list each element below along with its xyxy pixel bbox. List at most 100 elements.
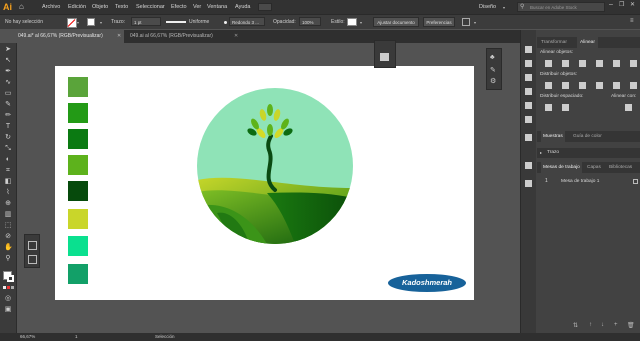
curvature-tool-icon[interactable]: ∿ (4, 79, 12, 87)
panel-menu-icon[interactable]: ≡ (630, 18, 634, 24)
eraser-tool-icon[interactable]: ◧ (4, 178, 12, 186)
page-field[interactable]: 1 (75, 333, 78, 341)
distribute-top-icon[interactable] (545, 82, 552, 89)
distribute-bottom-icon[interactable] (579, 82, 586, 89)
workspace-chevron-icon[interactable]: ▾ (503, 5, 505, 10)
stroke-panel-header[interactable]: ▸ Trazo (537, 148, 640, 158)
screen-mode-icon[interactable]: ▣ (4, 306, 12, 314)
document-icon[interactable] (380, 53, 389, 61)
zoom-tool-icon[interactable]: ⚲ (4, 255, 12, 263)
arrange-chevron-icon[interactable]: ▾ (474, 20, 476, 25)
none-mode-icon[interactable] (11, 286, 14, 289)
rotate-tool-icon[interactable]: ↻ (4, 134, 12, 142)
color-mode-icon[interactable] (3, 286, 6, 289)
libraries-icon[interactable] (525, 60, 532, 67)
collapse-icon[interactable]: ▸ (540, 148, 542, 158)
hand-tool-icon[interactable]: ✋ (4, 244, 13, 252)
direct-selection-tool-icon[interactable]: ↖ (4, 57, 12, 65)
menu-ver[interactable]: Ver (193, 0, 201, 14)
graph-tool-icon[interactable]: ▥ (4, 211, 12, 219)
selection-tool-icon[interactable]: ➤ (4, 46, 12, 54)
stock-search-input[interactable]: Buscar en Adobe Stock (517, 2, 605, 12)
puppet-warp-icon[interactable]: ♣ (490, 54, 495, 61)
menu-texto[interactable]: Texto (115, 0, 128, 14)
tab-bibliotecas[interactable]: Bibliotecas (609, 162, 632, 173)
home-icon[interactable]: ⌂ (19, 2, 29, 12)
align-right-icon[interactable] (579, 60, 586, 67)
space-horizontal-icon[interactable] (562, 104, 569, 111)
stroke-swatch[interactable] (87, 18, 95, 26)
stroke-color-icon[interactable] (7, 275, 14, 282)
stroke-weight-field[interactable]: 1 pt (131, 17, 161, 26)
artboards-icon[interactable] (525, 88, 532, 95)
zoom-field[interactable]: 66,67% (20, 333, 35, 341)
menu-efecto[interactable]: Efecto (171, 0, 187, 14)
brush-select[interactable]: Redondo 3 ... (229, 17, 265, 26)
scale-tool-icon[interactable]: ⤡ (4, 145, 12, 153)
menu-ayuda[interactable]: Ayuda (235, 0, 251, 14)
distribute-vcenter-icon[interactable] (562, 82, 569, 89)
align-hcenter-icon[interactable] (562, 60, 569, 67)
reorder-icon[interactable]: ⇅ (573, 322, 578, 329)
color-swatch[interactable] (68, 103, 88, 123)
eyedropper-tool-icon[interactable]: ⌇ (4, 189, 12, 197)
stroke-profile-select[interactable]: Uniforme (189, 15, 209, 29)
swatches-icon[interactable] (525, 162, 532, 169)
type-tool-icon[interactable]: T (4, 123, 12, 131)
tab-mesas-de-trabajo[interactable]: Mesas de trabajo (541, 162, 582, 173)
tab-close-icon[interactable]: ✕ (234, 33, 238, 39)
fill-chevron-icon[interactable]: ▾ (77, 20, 79, 25)
color-swatch[interactable] (68, 155, 88, 175)
slice-tool-icon[interactable]: ⊘ (4, 233, 12, 241)
style-swatch[interactable] (347, 18, 357, 26)
distribute-left-icon[interactable] (596, 82, 603, 89)
color-swatch[interactable] (68, 236, 88, 256)
tab-close-icon[interactable]: ✕ (117, 33, 121, 39)
stroke-icon[interactable] (525, 180, 532, 187)
gradient-mode-icon[interactable] (7, 286, 10, 289)
tab-document-2[interactable]: 049.ai al 66,67% (RGB/Previsualizar) (126, 30, 241, 43)
brand-badge[interactable]: Kadoshmerah (387, 273, 467, 293)
minimize-icon[interactable]: – (609, 1, 613, 8)
menu-objeto[interactable]: Objeto (92, 0, 108, 14)
tab-capas[interactable]: Capas (587, 162, 601, 173)
delete-icon[interactable]: 🗑 (627, 322, 635, 329)
color-swatch[interactable] (68, 209, 88, 229)
draw-mode-icon[interactable]: ◎ (4, 295, 12, 303)
space-vertical-icon[interactable] (545, 104, 552, 111)
menu-ventana[interactable]: Ventana (207, 0, 227, 14)
color-swatch[interactable] (68, 181, 88, 201)
move-up-icon[interactable]: ↑ (589, 322, 592, 328)
color-swatch[interactable] (68, 129, 88, 149)
properties-icon[interactable] (525, 46, 532, 53)
blend-tool-icon[interactable]: ⊕ (4, 200, 12, 208)
close-icon[interactable]: ✕ (630, 1, 635, 8)
artboard-tool-icon[interactable]: ⬚ (4, 222, 12, 230)
menu-archivo[interactable]: Archivo (42, 0, 60, 14)
menu-edicion[interactable]: Edición (68, 0, 86, 14)
style-chevron-icon[interactable]: ▾ (360, 20, 362, 25)
align-top-icon[interactable] (596, 60, 603, 67)
align-vcenter-icon[interactable] (613, 60, 620, 67)
brush-icon[interactable]: ✎ (490, 66, 496, 74)
artboard-row[interactable]: 1 Mesa de trabajo 1 (537, 176, 640, 187)
artboard-icon[interactable] (28, 241, 37, 250)
color-swatch[interactable] (68, 264, 88, 284)
paintbrush-tool-icon[interactable]: ✎ (4, 101, 12, 109)
tab-transformar[interactable]: Transformar (541, 37, 567, 48)
distribute-right-icon[interactable] (630, 82, 637, 89)
color-swatch[interactable] (68, 77, 88, 97)
artboard-name[interactable]: Mesa de trabajo 1 (561, 176, 599, 187)
workspace-switcher[interactable]: Diseño (479, 0, 496, 14)
stroke-chevron-icon[interactable]: ▾ (100, 20, 102, 25)
pencil-tool-icon[interactable]: ✏ (4, 112, 12, 120)
tab-guia-de-color[interactable]: Guía de color (573, 131, 602, 142)
distribute-hcenter-icon[interactable] (613, 82, 620, 89)
move-down-icon[interactable]: ↓ (601, 322, 604, 328)
symbols-icon[interactable] (525, 116, 532, 123)
ajustar-documento-button[interactable]: Ajustar documento (373, 17, 419, 27)
brushes-icon[interactable] (525, 102, 532, 109)
tab-document-active[interactable]: 049.ai* al 66,67% (RGB/Previsualizar) (14, 30, 124, 43)
transform-icon[interactable] (525, 134, 532, 141)
tab-alinear[interactable]: Alinear (577, 37, 598, 48)
